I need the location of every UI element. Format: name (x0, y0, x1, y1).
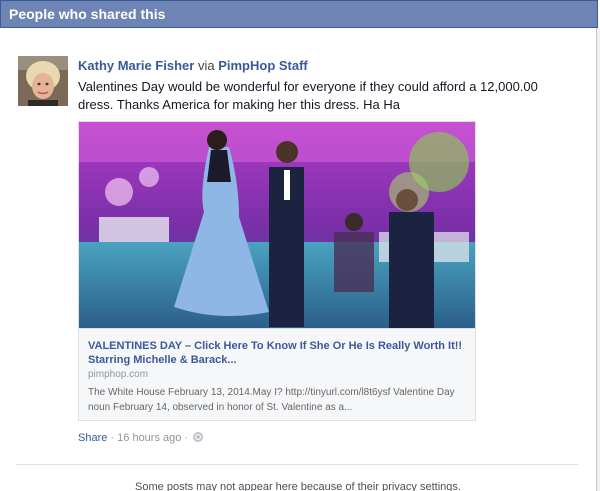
post-message: Valentines Day would be wonderful for ev… (78, 79, 538, 112)
link-attachment[interactable]: VALENTINES DAY – Click Here To Know If S… (78, 121, 476, 421)
globe-icon[interactable] (193, 432, 204, 442)
via-page-link[interactable]: PimpHop Staff (218, 58, 308, 73)
share-link[interactable]: Share (78, 432, 107, 444)
author-name-link[interactable]: Kathy Marie Fisher (78, 58, 194, 73)
attachment-image[interactable] (79, 122, 475, 328)
dialog-title: People who shared this (9, 6, 166, 22)
attachment-description: The White House February 13, 2014.May I?… (88, 387, 455, 413)
divider (16, 464, 578, 465)
attachment-photo (79, 122, 475, 328)
scrollbar[interactable] (596, 28, 600, 491)
author-line: Kathy Marie Fisher via PimpHop Staff (78, 58, 308, 73)
timestamp-link[interactable]: 16 hours ago (117, 432, 181, 444)
privacy-notice: Some posts may not appear here because o… (135, 481, 461, 491)
separator: · (110, 432, 115, 444)
via-label: via (197, 58, 215, 73)
attachment-domain: pimphop.com (88, 369, 149, 380)
shares-dialog: People who shared this Kathy Marie Fishe… (0, 0, 600, 491)
attachment-details: VALENTINES DAY – Click Here To Know If S… (79, 328, 475, 420)
post-footer: Share · 16 hours ago · (78, 432, 204, 444)
shared-post: Kathy Marie Fisher via PimpHop Staff Val… (0, 28, 596, 458)
dialog-header: People who shared this (0, 0, 598, 28)
avatar[interactable] (18, 56, 68, 106)
avatar-photo (18, 56, 68, 106)
attachment-title-link[interactable]: VALENTINES DAY – Click Here To Know If S… (88, 339, 468, 367)
separator: · (184, 432, 189, 444)
